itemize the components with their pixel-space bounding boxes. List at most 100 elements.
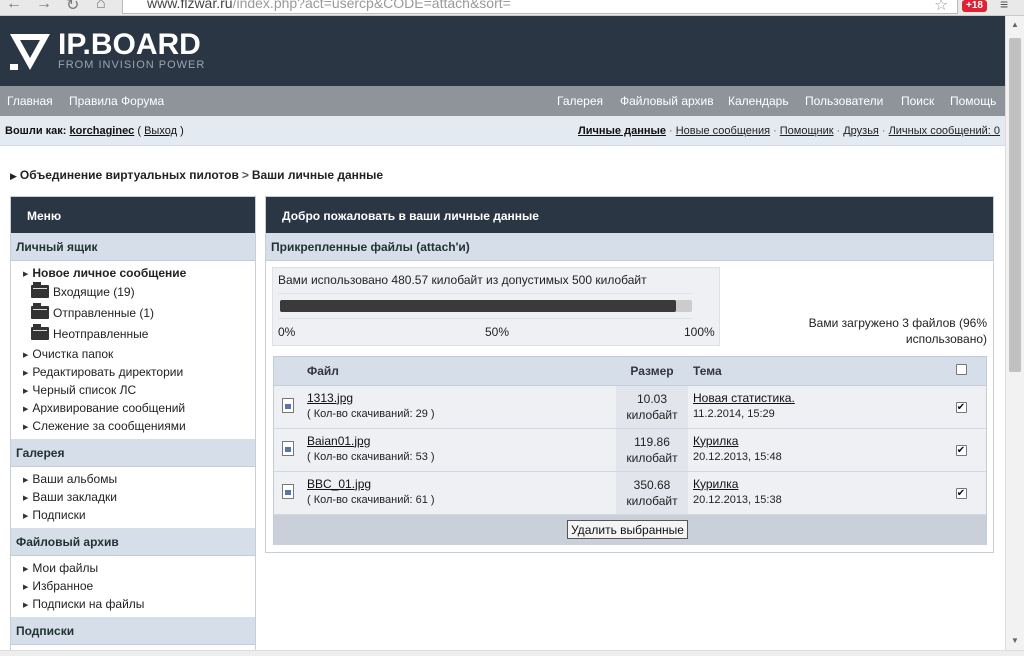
topic-date: 20.12.2013, 15:48 (693, 450, 782, 463)
row-checkbox[interactable]: ✔ (955, 444, 967, 456)
vertical-scrollbar[interactable]: ▲ ▼ (1005, 16, 1024, 650)
table-row: BBC_01.jpg ( Кол-во скачиваний: 61 ) 350… (274, 471, 986, 515)
forward-icon[interactable]: → (36, 0, 52, 13)
sidebar-item-unsent[interactable]: Неотправленные (11, 324, 255, 345)
sidebar-list-downloads: ▶ Мои файлы ▶ Избранное ▶ Подписки на файлы (11, 556, 255, 617)
logout-link[interactable]: Выход (144, 125, 177, 137)
browser-menu-icon[interactable]: ≡ (1000, 0, 1008, 12)
file-link[interactable]: Baian01.jpg (307, 434, 370, 448)
sidebar-section-gallery: Галерея (11, 439, 255, 467)
file-size-value: 350.68 (633, 477, 671, 492)
attachments-panel: Добро пожаловать в ваши личные данные Пр… (265, 196, 994, 553)
image-file-icon[interactable] (282, 483, 294, 499)
bullet-icon: ▶ (23, 388, 29, 395)
ipboard-logo-icon[interactable] (10, 34, 50, 70)
sidebar-item-bookmarks[interactable]: ▶ Ваши закладки (11, 488, 255, 506)
delete-selected-button[interactable]: Удалить выбранные (567, 520, 688, 539)
topic-link[interactable]: Курилка (693, 434, 738, 448)
files-header-row: Файл Размер Тема (274, 357, 986, 386)
link-friends[interactable]: Друзья (843, 125, 879, 137)
sidebar-item-file-subscriptions[interactable]: ▶ Подписки на файлы (11, 595, 255, 613)
table-row: Baian01.jpg ( Кол-во скачиваний: 53 ) 11… (274, 428, 986, 472)
bullet-icon: ▶ (23, 271, 29, 278)
bullet-icon: ▶ (23, 406, 29, 413)
nav-members[interactable]: Пользователи (805, 94, 883, 108)
scroll-down-icon[interactable]: ▼ (1011, 636, 1019, 645)
link-messages[interactable]: Личных сообщений: 0 (889, 125, 1000, 137)
sidebar-item-new-message[interactable]: ▶ Новое личное сообщение (11, 264, 255, 282)
bookmark-star-icon[interactable]: ☆ (934, 0, 948, 15)
link-my-controls[interactable]: Личные данные (578, 125, 666, 137)
bullet-icon: ▶ (23, 584, 29, 591)
nav-help[interactable]: Помощь (950, 94, 996, 108)
sidebar-section-downloads: Файловый архив (11, 528, 255, 556)
row-checkbox[interactable]: ✔ (955, 401, 967, 413)
file-size-value: 119.86 (634, 434, 670, 449)
sidebar-item-sent[interactable]: Отправленные (1) (11, 303, 255, 324)
breadcrumb-forum-link[interactable]: Объединение виртуальных пилотов (20, 168, 239, 182)
tick-50: 50% (485, 325, 510, 339)
header-topic: Тема (688, 357, 936, 386)
files-table-footer: Удалить выбранные (274, 515, 986, 545)
sidebar-item-inbox[interactable]: Входящие (19) (11, 282, 255, 303)
quota-box: Вами использовано 480.57 килобайт из доп… (272, 267, 720, 346)
sidebar-item-albums[interactable]: ▶ Ваши альбомы (11, 470, 255, 488)
bullet-icon: ▶ (23, 477, 29, 484)
sidebar-item-blocklist[interactable]: ▶ Черный список ЛС (11, 381, 255, 399)
topic-link[interactable]: Курилка (693, 477, 738, 491)
scroll-up-icon[interactable]: ▲ (1011, 20, 1019, 29)
table-row: 1313.jpg ( Кол-во скачиваний: 29 ) 10.03… (274, 385, 986, 429)
nav-search[interactable]: Поиск (901, 94, 934, 108)
sidebar-menu: Меню Личный ящик ▶ Новое личное сообщение… (10, 196, 256, 656)
link-new-posts[interactable]: Новые сообщения (676, 125, 770, 137)
nav-calendar[interactable]: Календарь (728, 94, 789, 108)
username-link[interactable]: korchaginec (70, 125, 135, 137)
reload-icon[interactable]: ↻ (66, 0, 79, 15)
bullet-icon: ▶ (23, 602, 29, 609)
site-logo[interactable]: IP.BOARD (58, 28, 201, 62)
breadcrumb-arrow-icon: ▶ (10, 171, 17, 181)
sidebar-item-my-files[interactable]: ▶ Мои файлы (11, 559, 255, 577)
sidebar-item-tracking[interactable]: ▶ Слежение за сообщениями (11, 417, 255, 435)
folder-icon (31, 303, 49, 320)
tick-100: 100% (684, 325, 715, 339)
image-file-icon[interactable] (282, 397, 294, 413)
link-assistant[interactable]: Помощник (780, 125, 834, 137)
select-all-checkbox[interactable] (955, 363, 967, 375)
bullet-icon: ▶ (23, 566, 29, 573)
sidebar-list-messenger: ▶ Новое личное сообщение Входящие (19) От… (11, 261, 255, 439)
nav-file-archive[interactable]: Файловый архив (620, 94, 714, 108)
nav-gallery[interactable]: Галерея (557, 94, 603, 108)
file-link[interactable]: 1313.jpg (307, 391, 353, 405)
site-header: IP.BOARD FROM INVISION POWER (0, 16, 1005, 86)
nav-rules[interactable]: Правила Форума (69, 94, 164, 108)
sidebar-item-empty-folders[interactable]: ▶ Очистка папок (11, 345, 255, 363)
bullet-icon: ▶ (23, 424, 29, 431)
topic-date: 20.12.2013, 15:38 (693, 493, 782, 506)
age-badge[interactable]: +18 (962, 0, 987, 12)
header-file: Файл (302, 357, 616, 386)
file-link[interactable]: BBC_01.jpg (307, 477, 371, 491)
download-count: ( Кол-во скачиваний: 53 ) (307, 450, 435, 463)
topic-link[interactable]: Новая статистика. (693, 391, 795, 405)
main-navigation: Главная Правила Форума Галерея Файловый … (0, 86, 1005, 116)
quota-progress-bar (280, 300, 692, 312)
scrollbar-thumb[interactable] (1009, 38, 1021, 372)
file-size-value: 10.03 (636, 391, 668, 406)
quota-text: Вами использовано 480.57 килобайт из доп… (278, 273, 647, 287)
back-icon[interactable]: ← (6, 0, 22, 13)
address-bar[interactable]: www.flzwar.ru/index.php?act=usercp&CODE=… (122, 0, 958, 14)
file-size-unit: килобайт (626, 407, 678, 422)
sidebar-item-favorites[interactable]: ▶ Избранное (11, 577, 255, 595)
image-file-icon[interactable] (282, 440, 294, 456)
row-checkbox[interactable]: ✔ (955, 487, 967, 499)
sidebar-item-edit-folders[interactable]: ▶ Редактировать директории (11, 363, 255, 381)
horizontal-scrollbar[interactable] (0, 650, 1024, 656)
sidebar-section-subscriptions: Подписки (11, 617, 255, 645)
bullet-icon: ▶ (23, 495, 29, 502)
home-icon[interactable]: ⌂ (96, 0, 106, 13)
download-count: ( Кол-во скачиваний: 29 ) (307, 407, 435, 420)
sidebar-item-archive[interactable]: ▶ Архивирование сообщений (11, 399, 255, 417)
nav-home[interactable]: Главная (7, 94, 53, 108)
sidebar-item-gallery-subscriptions[interactable]: ▶ Подписки (11, 506, 255, 524)
